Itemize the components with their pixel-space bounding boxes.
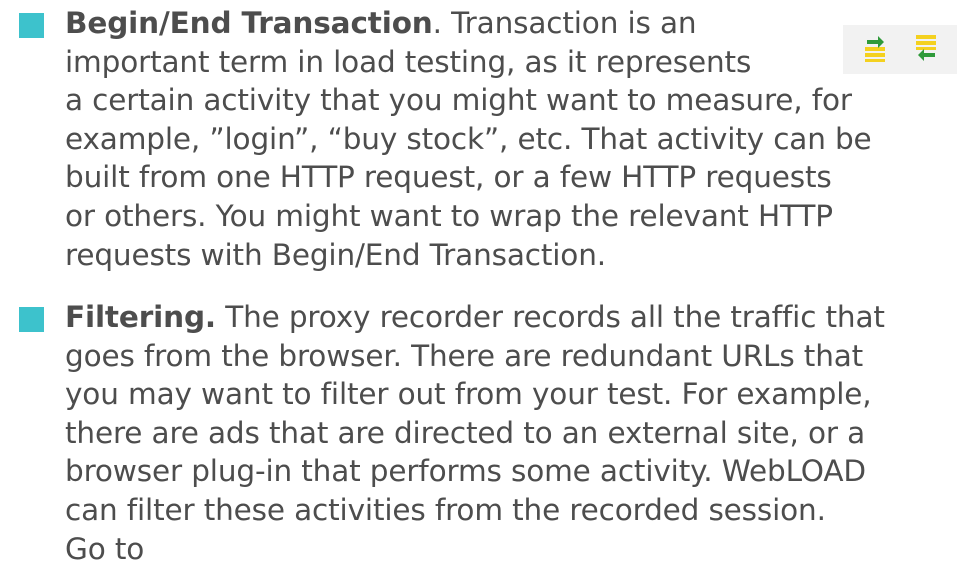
item-line: can filter these activities from the rec… — [65, 492, 826, 527]
begin-transaction-icon[interactable] — [861, 33, 889, 63]
item-line-first: Begin/End Transaction. Transaction is an — [65, 4, 965, 43]
transaction-toolbar — [843, 25, 957, 74]
item-text: Begin/End Transaction. Transaction is an… — [65, 4, 965, 274]
item-line: there are ads that are directed to an ex… — [65, 415, 866, 450]
item-line: example, ”login”, “buy stock”, etc. That… — [65, 121, 872, 156]
end-transaction-icon[interactable] — [913, 33, 941, 63]
item-line: goes from the browser. There are redunda… — [65, 338, 864, 373]
item-line-first: Filtering. The proxy recorder records al… — [65, 298, 965, 337]
item-line: Go to — [65, 531, 145, 566]
item-title: Filtering. — [65, 300, 216, 334]
item-line: a certain activity that you might want t… — [65, 83, 852, 118]
item-title: Begin/End Transaction — [65, 6, 433, 40]
item-line: you may want to filter out from your tes… — [65, 377, 872, 412]
bullet-square — [19, 307, 44, 332]
item-line: requests with Begin/End Transaction. — [65, 237, 606, 272]
bullet-square — [19, 13, 44, 38]
item-line: or others. You might want to wrap the re… — [65, 198, 833, 233]
item-line: built from one HTTP request, or a few HT… — [65, 160, 832, 195]
item-text: Filtering. The proxy recorder records al… — [65, 298, 965, 568]
item-line: . Transaction is an — [432, 6, 697, 40]
item-line: important term in load testing, as it re… — [65, 44, 752, 79]
item-line: The proxy recorder records all the traff… — [215, 300, 885, 334]
item-line: browser plug-in that performs some activ… — [65, 454, 866, 489]
